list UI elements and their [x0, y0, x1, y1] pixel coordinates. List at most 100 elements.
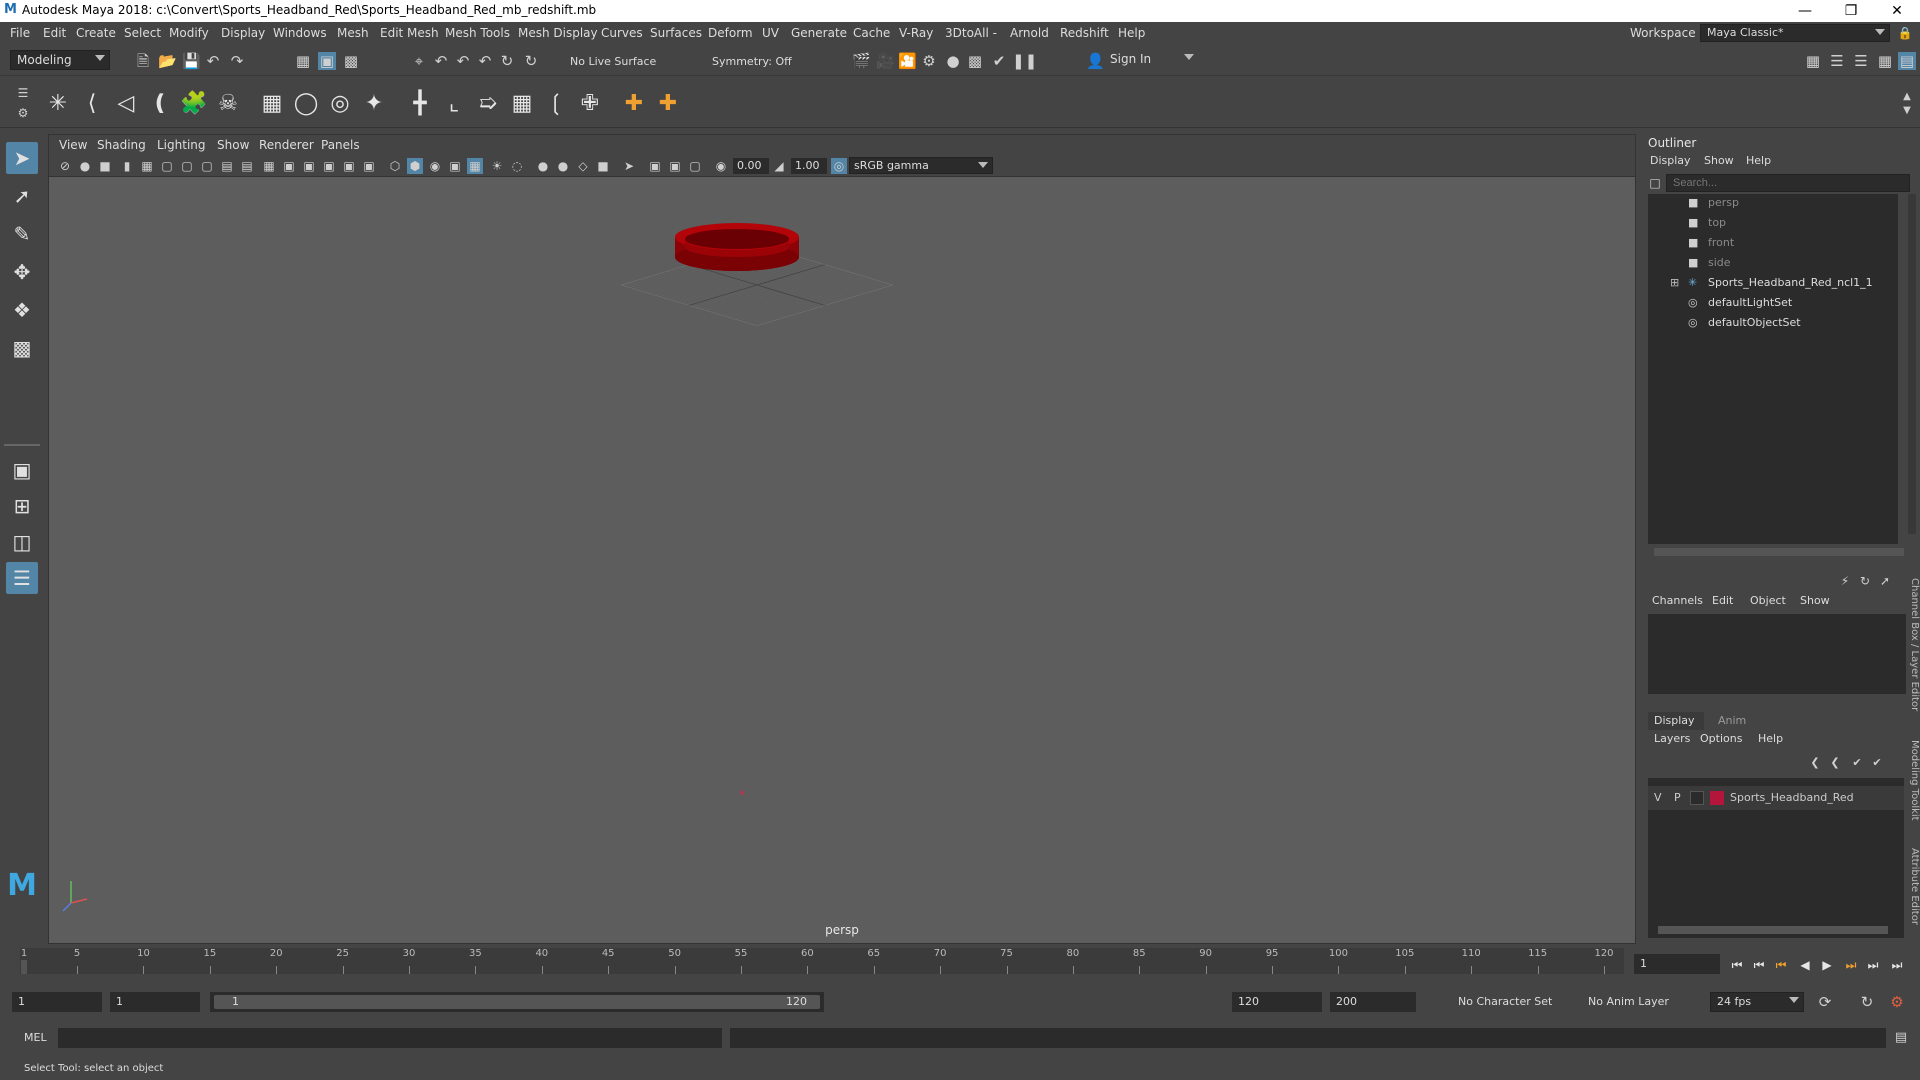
symmetry-label[interactable]: Symmetry: Off: [712, 55, 792, 68]
redo-icon[interactable]: ↷: [228, 52, 246, 70]
step-back-key-icon[interactable]: ⏮: [1750, 956, 1768, 974]
channel-menu-channels[interactable]: Channels: [1652, 594, 1703, 607]
resolution-gate-icon[interactable]: ▢: [179, 158, 195, 174]
layer-row[interactable]: V P Sports_Headband_Red: [1648, 786, 1904, 810]
maximize-button[interactable]: ❐: [1828, 0, 1874, 22]
wireframe-cube-icon[interactable]: ⬡: [387, 158, 403, 174]
outliner-vertical-scrollbar[interactable]: [1908, 194, 1916, 534]
menu-help[interactable]: Help: [1118, 26, 1145, 40]
use-lights-icon[interactable]: ▣: [361, 158, 377, 174]
single-pane-layout-icon[interactable]: ▣: [6, 454, 38, 486]
attribute-editor-side-tab[interactable]: Attribute Editor: [1906, 848, 1920, 938]
outliner-item-top[interactable]: ■ top: [1688, 216, 1726, 234]
fps-dropdown[interactable]: 24 fps: [1710, 992, 1804, 1012]
skeleton-icon[interactable]: ☠: [214, 90, 242, 118]
step-back-frame-icon[interactable]: ⏮: [1772, 956, 1790, 974]
vray-render-icon[interactable]: ▩: [966, 52, 984, 70]
vp-menu-renderer[interactable]: Renderer: [259, 138, 314, 152]
color-space-dropdown[interactable]: sRGB gamma: [849, 157, 993, 174]
new-layer-selected-icon[interactable]: ✔: [1868, 754, 1886, 772]
outliner-menu-show[interactable]: Show: [1704, 154, 1734, 167]
outliner-search-input[interactable]: [1666, 174, 1910, 192]
tab-anim[interactable]: Anim: [1718, 714, 1746, 727]
outliner-item-persp[interactable]: ■ persp: [1688, 196, 1739, 214]
grid-icon[interactable]: ▦: [261, 158, 277, 174]
outliner-item-defaultobjectset[interactable]: ◎ defaultObjectSet: [1688, 316, 1801, 334]
isolate-select-icon[interactable]: ●: [535, 158, 551, 174]
snap-point-icon[interactable]: ↶: [454, 52, 472, 70]
vp-menu-shading[interactable]: Shading: [97, 138, 146, 152]
camera-attributes-icon[interactable]: ●: [77, 158, 93, 174]
live-surface-label[interactable]: No Live Surface: [570, 55, 656, 68]
save-scene-icon[interactable]: 💾: [182, 52, 201, 70]
safe-action-icon[interactable]: ▤: [239, 158, 255, 174]
menu-modify[interactable]: Modify: [169, 26, 209, 40]
quad-draw-icon[interactable]: ⟨: [78, 90, 106, 118]
xray-joints-icon[interactable]: ◇: [575, 158, 591, 174]
script-editor-icon[interactable]: ▤: [1892, 1029, 1910, 1047]
range-slider-handle[interactable]: 1 120: [214, 995, 820, 1009]
menu-windows[interactable]: Windows: [273, 26, 327, 40]
layer-horizontal-scrollbar[interactable]: [1658, 926, 1888, 934]
vp-menu-lighting[interactable]: Lighting: [157, 138, 206, 152]
step-forward-frame-icon[interactable]: ⏭: [1842, 956, 1860, 974]
center-pivot-icon[interactable]: ✚: [620, 90, 648, 118]
loop-icon[interactable]: ⟳: [1816, 993, 1834, 1011]
lasso-tool-icon[interactable]: ➚: [6, 180, 38, 212]
toggle-tool-settings-icon[interactable]: ☰: [1852, 52, 1870, 70]
channel-box-key-icon[interactable]: ⚡: [1836, 572, 1854, 590]
toggle-attribute-editor-icon[interactable]: ☰: [1828, 52, 1846, 70]
extrude-tool-icon[interactable]: ❪: [146, 90, 174, 118]
menu-arnold[interactable]: Arnold: [1010, 26, 1049, 40]
exposure-field[interactable]: 0.00: [733, 158, 769, 174]
xray-components-icon[interactable]: ■: [595, 158, 611, 174]
paint-select-tool-icon[interactable]: ✎: [6, 218, 38, 250]
default-material-icon[interactable]: ▢: [687, 158, 703, 174]
layer-menu-layers[interactable]: Layers: [1654, 732, 1690, 745]
layer-type-toggle[interactable]: [1690, 791, 1704, 805]
freeze-transform-icon[interactable]: ✚: [654, 90, 682, 118]
viewport-canvas[interactable]: *: [49, 177, 1635, 921]
command-language-label[interactable]: MEL: [24, 1031, 47, 1044]
select-camera-icon[interactable]: ⊘: [57, 158, 73, 174]
vp-menu-view[interactable]: View: [59, 138, 87, 152]
playback-end-field[interactable]: 120: [1232, 992, 1322, 1012]
offset-edge-loop-icon[interactable]: ✙: [576, 90, 604, 118]
motion-blur-icon[interactable]: ◌: [509, 158, 525, 174]
color-management-icon[interactable]: ◎: [831, 158, 847, 174]
sign-in-dropdown[interactable]: Sign In: [1104, 50, 1198, 70]
gamma-field[interactable]: 1.00: [791, 158, 827, 174]
channel-box-refresh-icon[interactable]: ↻: [1856, 572, 1874, 590]
menu-redshift[interactable]: Redshift: [1060, 26, 1109, 40]
auto-key-icon[interactable]: ↻: [1858, 993, 1876, 1011]
workspace-dropdown[interactable]: Maya Classic*: [1700, 24, 1890, 42]
humanik-icon[interactable]: 🧩: [180, 90, 208, 118]
menu-edit[interactable]: Edit: [43, 26, 66, 40]
character-set-label[interactable]: No Character Set: [1458, 995, 1552, 1008]
command-input[interactable]: [58, 1028, 722, 1048]
outliner-item-side[interactable]: ■ side: [1688, 256, 1731, 274]
bridge-icon[interactable]: ◁: [112, 90, 140, 118]
wireframe-on-shaded-icon[interactable]: ▣: [321, 158, 337, 174]
lit-sphere-icon[interactable]: ◉: [427, 158, 443, 174]
anim-layer-label[interactable]: No Anim Layer: [1588, 995, 1669, 1008]
menu-mesh-tools[interactable]: Mesh Tools: [445, 26, 510, 40]
select-tool-icon[interactable]: ➤: [6, 142, 38, 174]
snap-surface-icon[interactable]: ↻: [498, 52, 516, 70]
hud-icon[interactable]: ➤: [621, 158, 637, 174]
expand-toggle-icon[interactable]: ⊞: [1670, 276, 1679, 289]
outliner-layout-icon[interactable]: ☰: [6, 562, 38, 594]
go-to-end-icon[interactable]: ⏭: [1888, 956, 1906, 974]
select-component-icon[interactable]: ▩: [342, 52, 360, 70]
two-sided-lighting-icon[interactable]: ▣: [647, 158, 663, 174]
new-scene-icon[interactable]: 🗎: [134, 52, 152, 70]
layer-color-swatch[interactable]: [1710, 791, 1724, 805]
snap-curve-icon[interactable]: ↶: [432, 52, 450, 70]
channel-menu-edit[interactable]: Edit: [1712, 594, 1733, 607]
two-pane-layout-icon[interactable]: ◫: [6, 526, 38, 558]
close-button[interactable]: ✕: [1874, 0, 1920, 22]
combine-icon[interactable]: ╋: [406, 90, 434, 118]
vp-menu-panels[interactable]: Panels: [321, 138, 360, 152]
scale-tool-icon[interactable]: ▩: [6, 332, 38, 364]
menu-cache[interactable]: Cache: [853, 26, 890, 40]
